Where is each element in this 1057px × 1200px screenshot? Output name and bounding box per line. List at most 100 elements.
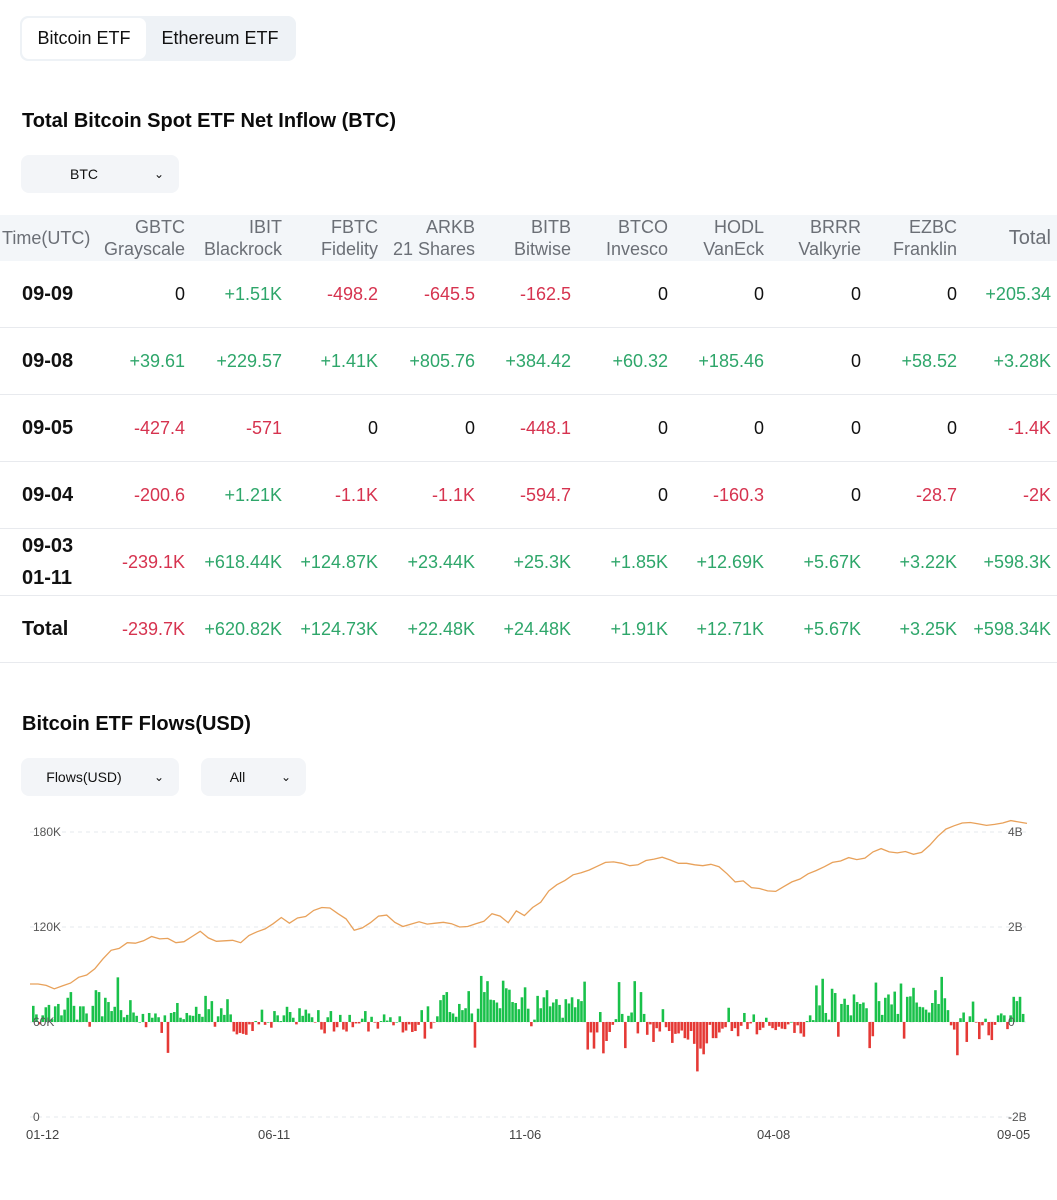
row-value: +598.3K	[963, 528, 1057, 596]
flow-bar	[736, 1022, 740, 1037]
flow-bar	[965, 1022, 969, 1042]
flow-bar	[125, 1014, 129, 1023]
flow-bar	[260, 1009, 264, 1022]
flow-bar	[990, 1022, 994, 1041]
flow-bar	[852, 994, 856, 1022]
flow-bar	[996, 1015, 1000, 1022]
net-inflow-title: Total Bitcoin Spot ETF Net Inflow (BTC)	[22, 110, 397, 132]
flow-bar	[304, 1009, 308, 1022]
x-axis-label: 01-12	[26, 1127, 59, 1142]
flow-bar	[207, 1009, 210, 1022]
flow-bar	[909, 996, 912, 1022]
cumulative-line	[30, 819, 1028, 990]
flow-bar	[179, 1017, 182, 1022]
flow-bar	[811, 1020, 815, 1022]
flow-bar	[630, 1012, 633, 1022]
flow-bar	[72, 1005, 76, 1022]
flow-bar	[808, 1015, 812, 1022]
row-value: 0	[867, 394, 963, 462]
row-value: 0	[577, 394, 674, 462]
flow-bar	[752, 1014, 756, 1022]
column-ticker: HODL	[713, 217, 764, 237]
flow-bar	[586, 1022, 590, 1050]
row-value: -448.1	[481, 394, 577, 462]
row-value: +24.48K	[481, 595, 577, 663]
flow-bar	[545, 990, 549, 1022]
flow-bar	[176, 1003, 179, 1022]
flow-bar	[360, 1018, 364, 1022]
flow-bar	[376, 1022, 380, 1029]
flow-bar	[198, 1013, 201, 1022]
flow-bar	[692, 1022, 696, 1044]
flow-bar	[915, 1002, 918, 1022]
column-name: Fidelity	[320, 239, 378, 259]
flow-bar	[999, 1013, 1003, 1022]
flow-bar	[342, 1022, 345, 1030]
flow-bar	[295, 1022, 298, 1025]
row-value: +384.42	[481, 327, 577, 395]
flow-bar	[927, 1012, 931, 1022]
flow-bar	[580, 1001, 583, 1022]
flow-bar	[382, 1014, 386, 1022]
flow-bar	[326, 1017, 330, 1022]
flow-bar	[542, 997, 546, 1022]
column-header: IBIT Blackrock	[191, 215, 288, 261]
column-name: Franklin	[892, 239, 957, 259]
metric-select-value: Flows(USD)	[46, 769, 122, 785]
flow-bar	[332, 1022, 336, 1032]
flow-bar	[185, 1012, 189, 1022]
y-axis-left-label: 0	[33, 1110, 40, 1124]
row-value: +1.85K	[577, 528, 674, 596]
flow-bar	[385, 1020, 389, 1022]
flow-bar	[533, 1019, 536, 1023]
flow-bar	[317, 1010, 320, 1023]
tab-ethereum-etf[interactable]: Ethereum ETF	[146, 18, 294, 59]
row-value: -1.1K	[288, 461, 384, 529]
column-header: BITB Bitwise	[481, 215, 577, 261]
x-axis-label: 09-05	[997, 1127, 1030, 1142]
flow-bar	[75, 1019, 79, 1023]
flow-bar	[743, 1012, 746, 1022]
etf-tab-group: Bitcoin ETF Ethereum ETF	[20, 16, 296, 61]
flow-bar	[696, 1022, 699, 1072]
flow-bar	[1003, 1015, 1006, 1022]
flow-bar	[270, 1022, 273, 1028]
flow-bar	[570, 997, 574, 1022]
row-value: +124.73K	[288, 595, 384, 663]
flow-bar	[902, 1022, 906, 1039]
y-axis-left-label: 60K	[33, 1015, 54, 1029]
flow-bar	[151, 1017, 154, 1022]
flow-bar	[248, 1022, 251, 1025]
row-value: +229.57	[191, 327, 288, 395]
metric-select[interactable]: Flows(USD) ⌄	[21, 758, 179, 796]
flows-chart: 180K 120K 60K 0 4B 2B 0 -2B 01-12 06-11 11-06 04-08…	[26, 819, 1030, 1142]
flow-bar	[937, 1003, 940, 1022]
flow-bar	[392, 1022, 395, 1026]
flow-bar	[758, 1022, 762, 1031]
flow-bar	[464, 1008, 467, 1022]
unit-select[interactable]: BTC ⌄	[21, 155, 179, 193]
flow-bar	[984, 1018, 987, 1022]
flow-bar	[868, 1022, 871, 1049]
flow-bar	[768, 1022, 771, 1026]
tab-bitcoin-etf[interactable]: Bitcoin ETF	[22, 18, 146, 59]
flow-bar	[605, 1022, 608, 1041]
flow-bar	[561, 1017, 564, 1022]
flow-bar	[871, 1022, 875, 1037]
flow-bar	[439, 1000, 442, 1022]
flow-bar	[473, 1022, 477, 1048]
flow-bar	[398, 1016, 402, 1022]
flow-bar	[229, 1014, 232, 1022]
flow-bar	[649, 1022, 652, 1025]
y-axis-left-label: 120K	[33, 920, 61, 934]
range-select[interactable]: All ⌄	[201, 758, 306, 796]
flow-bar	[896, 1013, 900, 1022]
flow-bar	[357, 1022, 361, 1024]
flow-bar	[821, 978, 824, 1022]
row-value: 0	[770, 394, 867, 462]
flow-bar	[216, 1016, 220, 1022]
column-header: FBTC Fidelity	[288, 215, 384, 261]
flow-bar	[505, 988, 508, 1022]
flow-bar	[627, 1015, 630, 1022]
row-date: 09-05	[0, 394, 96, 462]
